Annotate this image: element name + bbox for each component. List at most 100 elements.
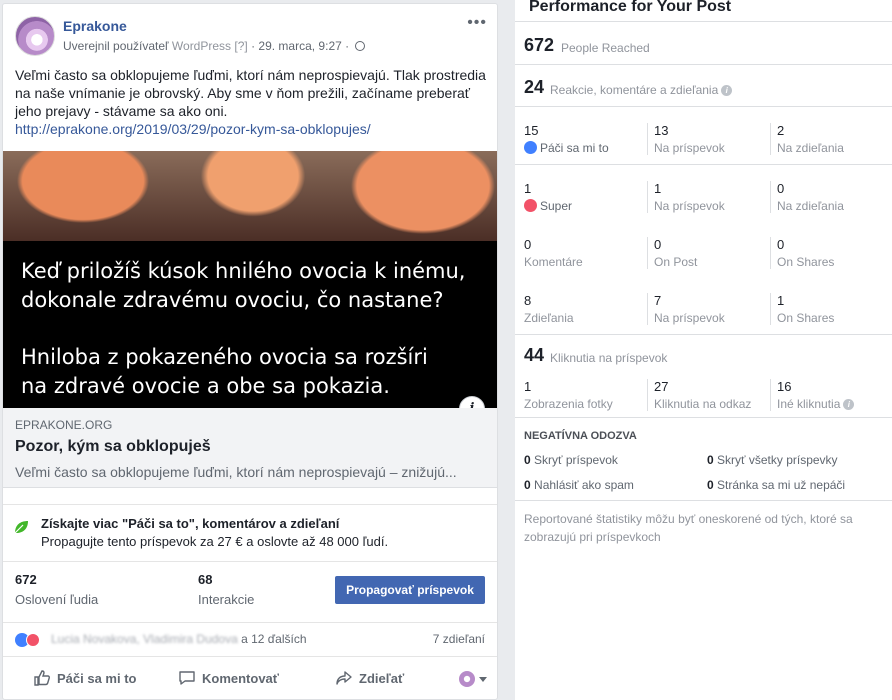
- love-cell: 1 Super: [524, 181, 572, 213]
- engagement-label: Reakcie, komentáre a zdieľania: [550, 83, 719, 97]
- love-value: 1: [524, 181, 532, 196]
- love-reaction-icon: [26, 632, 40, 647]
- page-avatar[interactable]: [15, 16, 55, 56]
- divider: [515, 500, 892, 501]
- meta-date[interactable]: · 29. marca, 9:27 ·: [251, 39, 349, 53]
- share-button[interactable]: Zdieľať: [335, 669, 404, 687]
- love-row: 1 Super 1 Na príspevok 0 Na zdieľania: [515, 165, 892, 223]
- comments-value: 0: [524, 237, 532, 252]
- post-text: Veľmi často sa obklopujeme ľuďmi, ktorí …: [15, 66, 490, 138]
- comment-button[interactable]: Komentovať: [178, 669, 279, 687]
- engagement-section: 24 Reakcie, komentáre a zdieľania i: [515, 65, 892, 107]
- shares-cell: 8 Zdieľania: [524, 293, 574, 325]
- report-spam-stat: 0 Nahlásiť ako spam: [524, 478, 634, 492]
- reaction-icons[interactable]: [15, 631, 40, 649]
- love-on-shares-cell: 0 Na zdieľania: [770, 181, 844, 213]
- unlike-page-label: Stránka sa mi už nepáči: [717, 478, 846, 492]
- likes-row: 15 Páči sa mi to 13 Na príspevok 2 Na zd…: [515, 107, 892, 165]
- other-clicks-cell: 16 Iné kliknutia i: [770, 379, 855, 411]
- other-clicks-value: 16: [777, 379, 792, 394]
- photo-views-value: 1: [524, 379, 532, 394]
- hide-all-value: 0: [707, 453, 714, 467]
- likes-value: 15: [524, 123, 539, 138]
- comment-icon: [179, 671, 195, 685]
- reaction-names-blurred: Lucia Novakova, Vladimira Dudova: [51, 632, 238, 646]
- performance-header: Performance for Your Post: [515, 0, 892, 22]
- report-spam-value: 0: [524, 478, 531, 492]
- unlike-page-value: 0: [707, 478, 714, 492]
- shares-on-shares-value: 1: [777, 293, 785, 308]
- comments-on-shares-cell: 0 On Shares: [770, 237, 834, 269]
- love-on-shares-value: 0: [777, 181, 785, 196]
- info-icon[interactable]: i: [721, 85, 733, 96]
- globe-icon: [355, 41, 366, 51]
- more-options-icon[interactable]: •••: [467, 14, 487, 32]
- post-image[interactable]: Keď priložíš kúsok hnilého ovocia k iném…: [3, 151, 497, 408]
- likes-on-post-cell: 13 Na príspevok: [647, 123, 725, 155]
- promo-title: Získajte viac "Páči sa to", komentárov a…: [41, 516, 340, 531]
- like-reaction-icon: [524, 141, 537, 154]
- like-button[interactable]: Páči sa mi to: [33, 669, 136, 687]
- share-label: Zdieľať: [359, 671, 405, 686]
- comments-on-shares-value: 0: [777, 237, 785, 252]
- share-icon: [336, 671, 352, 685]
- heart-icon: [524, 199, 537, 212]
- shares-on-post-label: Na príspevok: [654, 311, 725, 325]
- chevron-down-icon[interactable]: [479, 677, 487, 682]
- meta-help[interactable]: [?]: [234, 39, 247, 53]
- post-body: Veľmi často sa obklopujeme ľuďmi, ktorí …: [15, 67, 486, 119]
- likes-on-shares-value: 2: [777, 123, 785, 138]
- post-as-avatar[interactable]: [459, 671, 475, 687]
- action-bar: Páči sa mi to Komentovať Zdieľať: [3, 656, 497, 699]
- clicks-label: Kliknutia na príspevok: [550, 351, 668, 365]
- reactions-bar: Lucia Novakova, Vladimira Dudova a 12 ďa…: [3, 622, 497, 652]
- image-answer-line-2: na zdravé ovocie a obe sa pokazia.: [21, 374, 390, 398]
- link-clicks-value: 27: [654, 379, 669, 394]
- shares-on-shares-cell: 1 On Shares: [770, 293, 834, 325]
- engagement-value: 24: [524, 77, 545, 97]
- shares-on-shares-label: On Shares: [777, 311, 835, 325]
- performance-title: Performance for Your Post: [529, 0, 732, 15]
- love-on-post-value: 1: [654, 181, 662, 196]
- post-link[interactable]: http://eprakone.org/2019/03/29/pozor-kym…: [15, 120, 490, 138]
- likes-cell: 15 Páči sa mi to: [524, 123, 609, 155]
- reaction-names[interactable]: Lucia Novakova, Vladimira Dudova a 12 ďa…: [51, 632, 307, 646]
- love-on-post-label: Na príspevok: [654, 199, 725, 213]
- likes-on-shares-cell: 2 Na zdieľania: [770, 123, 844, 155]
- other-clicks-label-wrap: Iné kliknutia i: [777, 397, 855, 411]
- comments-on-post-label: On Post: [654, 255, 698, 269]
- comments-cell: 0 Komentáre: [524, 237, 583, 269]
- promo-subtitle: Propagujte tento príspevok za 27 € a osl…: [41, 534, 389, 549]
- post-header: Eprakone Uverejnil používateľ WordPress …: [3, 4, 497, 64]
- post-card: Eprakone Uverejnil používateľ WordPress …: [2, 3, 498, 700]
- like-label: Páči sa mi to: [57, 671, 137, 686]
- post-stats: 672 Oslovení ľudia 68 Interakcie Propago…: [3, 570, 497, 618]
- interactions-label: Interakcie: [198, 592, 255, 607]
- thumbs-up-icon: [34, 670, 50, 686]
- reached-value: 672: [15, 572, 37, 587]
- meta-app-link[interactable]: WordPress: [172, 39, 231, 53]
- stats-note: Reportované štatistiky môžu byť oneskore…: [524, 512, 853, 544]
- hide-post-stat: 0 Skryť príspevok: [524, 453, 618, 467]
- image-answer-line-1: Hniloba z pokazeného ovocia sa rozšíri: [21, 345, 428, 369]
- promote-post-button[interactable]: Propagovať príspevok: [335, 576, 485, 604]
- clicks-section: 44 Kliknutia na príspevok 1 Zobrazenia f…: [515, 335, 892, 418]
- shares-value: 8: [524, 293, 532, 308]
- link-preview[interactable]: EPRAKONE.ORG Pozor, kým sa obklopuješ Ve…: [3, 408, 497, 488]
- image-question: Keď priložíš kúsok hnilého ovocia k iném…: [21, 257, 466, 315]
- negative-feedback-title: NEGATÍVNA ODOZVA: [524, 430, 637, 442]
- link-clicks-cell: 27 Kliknutia na odkaz: [647, 379, 751, 411]
- engagement-label-wrap: Reakcie, komentáre a zdieľania i: [550, 83, 733, 97]
- link-domain: EPRAKONE.ORG: [15, 418, 113, 432]
- reached-label: Oslovení ľudia: [15, 592, 99, 607]
- shares-count[interactable]: 7 zdieľaní: [433, 632, 485, 646]
- page-name-link[interactable]: Eprakone: [63, 18, 127, 34]
- love-label-wrap: Super: [524, 199, 572, 213]
- image-question-line-1: Keď priložíš kúsok hnilého ovocia k iném…: [21, 259, 466, 283]
- comments-on-post-cell: 0 On Post: [647, 237, 697, 269]
- other-clicks-label: Iné kliknutia: [777, 397, 841, 411]
- likes-on-shares-label: Na zdieľania: [777, 141, 844, 155]
- info-icon[interactable]: i: [843, 399, 855, 410]
- likes-on-post-value: 13: [654, 123, 669, 138]
- reaction-names-suffix: a 12 ďalších: [241, 632, 307, 646]
